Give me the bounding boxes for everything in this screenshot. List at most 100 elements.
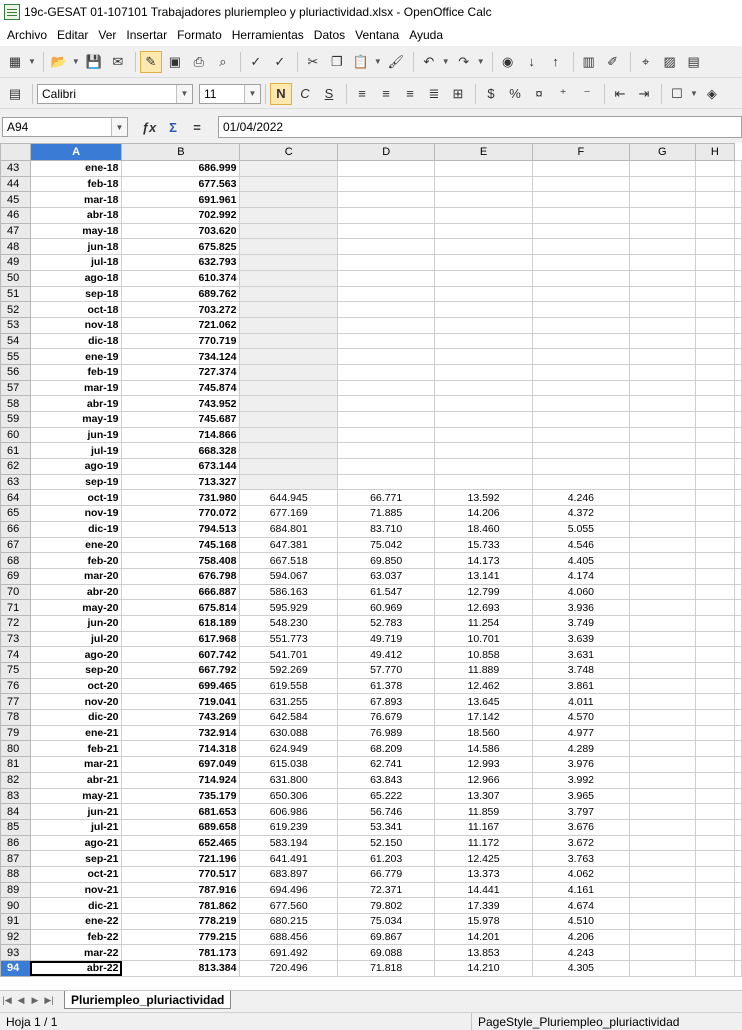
cell-f[interactable]	[531, 269, 630, 287]
formula-input[interactable]: 01/04/2022	[218, 116, 742, 138]
new-document-icon[interactable]: ▦	[4, 51, 26, 73]
cell-g[interactable]	[628, 897, 696, 914]
cell-f[interactable]: 4.161	[531, 881, 630, 899]
cell-a[interactable]: abr-20	[29, 583, 123, 601]
row-header[interactable]: 58	[0, 395, 31, 412]
cell-i[interactable]	[734, 662, 742, 679]
cell-b[interactable]: 758.408	[121, 552, 241, 569]
cell-d[interactable]: 75.042	[336, 536, 436, 554]
cell-a[interactable]: ago-19	[29, 458, 123, 475]
cell-b[interactable]: 727.374	[121, 363, 241, 381]
cell-h[interactable]	[694, 677, 736, 695]
cell-i[interactable]	[734, 630, 742, 648]
cell-i[interactable]	[734, 913, 742, 930]
cell-h[interactable]	[694, 552, 736, 569]
cell-f[interactable]	[531, 458, 630, 475]
row-header[interactable]: 91	[0, 913, 31, 930]
sheet-tab[interactable]: Pluriempleo_pluriactividad	[64, 991, 232, 1009]
align-left-icon[interactable]: ≡	[351, 83, 373, 105]
spellcheck-icon[interactable]: ✓	[245, 51, 267, 73]
cell-e[interactable]	[434, 175, 533, 193]
cell-c[interactable]: 595.929	[239, 599, 338, 616]
cell-g[interactable]	[628, 411, 696, 428]
cell-i[interactable]	[734, 348, 742, 365]
cell-b[interactable]: 770.517	[121, 865, 241, 883]
equals-icon[interactable]: =	[186, 116, 208, 138]
cell-h[interactable]	[694, 348, 736, 365]
row-header[interactable]: 89	[0, 881, 31, 899]
cell-h[interactable]	[694, 818, 736, 836]
cell-b[interactable]: 770.072	[121, 505, 241, 522]
save-icon[interactable]: 💾	[83, 51, 105, 73]
cell-g[interactable]	[628, 160, 696, 177]
cell-h[interactable]	[694, 881, 736, 899]
chevron-down-icon[interactable]: ▼	[72, 57, 80, 66]
cell-g[interactable]	[628, 803, 696, 820]
cell-c[interactable]: 667.518	[239, 552, 338, 569]
cell-b[interactable]: 731.980	[121, 489, 241, 507]
cell-b[interactable]: 778.219	[121, 913, 241, 930]
row-header[interactable]: 72	[0, 614, 31, 632]
cell-g[interactable]	[628, 771, 696, 789]
cell-d[interactable]: 62.741	[336, 756, 436, 773]
menu-editar[interactable]: Editar	[52, 28, 93, 42]
cell-f[interactable]: 3.763	[531, 850, 630, 867]
chevron-down-icon[interactable]: ▼	[244, 84, 260, 103]
cell-e[interactable]: 15.733	[434, 536, 533, 554]
cell-a[interactable]: ene-18	[29, 160, 123, 177]
cell-b[interactable]: 689.762	[121, 285, 241, 303]
cell-e[interactable]	[434, 269, 533, 287]
cell-d[interactable]: 67.893	[336, 693, 436, 711]
cell-b[interactable]: 677.563	[121, 175, 241, 193]
cell-b[interactable]: 675.825	[121, 238, 241, 256]
cell-b[interactable]: 691.961	[121, 191, 241, 209]
cell-a[interactable]: sep-21	[29, 850, 123, 867]
cell-i[interactable]	[734, 818, 742, 836]
cell-h[interactable]	[694, 222, 736, 240]
cell-i[interactable]	[734, 897, 742, 914]
cell-h[interactable]	[694, 630, 736, 648]
cell-c[interactable]: 541.701	[239, 646, 338, 663]
cell-e[interactable]	[434, 301, 533, 318]
cell-e[interactable]: 10.858	[434, 646, 533, 663]
cell-g[interactable]	[628, 458, 696, 475]
menu-formato[interactable]: Formato	[172, 28, 227, 42]
cell-e[interactable]: 14.173	[434, 552, 533, 569]
cell-c[interactable]	[239, 348, 338, 365]
cell-d[interactable]	[336, 301, 436, 318]
cell-b[interactable]: 813.384	[121, 960, 241, 977]
cell-b[interactable]: 697.049	[121, 756, 241, 773]
cell-i[interactable]	[734, 191, 742, 209]
cell-f[interactable]: 4.011	[531, 693, 630, 711]
cell-h[interactable]	[694, 599, 736, 616]
cell-f[interactable]: 3.748	[531, 662, 630, 679]
cell-i[interactable]	[734, 160, 742, 177]
cell-c[interactable]	[239, 222, 338, 240]
cell-f[interactable]: 3.672	[531, 834, 630, 852]
chevron-down-icon[interactable]: ▼	[477, 57, 485, 66]
cell-h[interactable]	[694, 269, 736, 287]
cell-f[interactable]	[531, 191, 630, 209]
cell-d[interactable]: 69.850	[336, 552, 436, 569]
cell-f[interactable]: 4.674	[531, 897, 630, 914]
cell-i[interactable]	[734, 724, 742, 742]
cell-g[interactable]	[628, 489, 696, 507]
cell-a[interactable]: jul-21	[29, 818, 123, 836]
chevron-down-icon[interactable]: ▼	[176, 84, 192, 103]
cell-f[interactable]	[531, 222, 630, 240]
print-icon[interactable]: ⎙	[188, 51, 210, 73]
cell-d[interactable]: 57.770	[336, 662, 436, 679]
cell-i[interactable]	[734, 395, 742, 412]
cell-a[interactable]: oct-21	[29, 865, 123, 883]
cell-d[interactable]: 53.341	[336, 818, 436, 836]
export-pdf-icon[interactable]: ▣	[164, 51, 186, 73]
cell-h[interactable]	[694, 442, 736, 460]
cell-e[interactable]	[434, 285, 533, 303]
background-color-icon[interactable]: ◈	[701, 83, 723, 105]
cell-g[interactable]	[628, 756, 696, 773]
cell-e[interactable]: 14.210	[434, 960, 533, 977]
cell-e[interactable]: 18.560	[434, 724, 533, 742]
cell-b[interactable]: 732.914	[121, 724, 241, 742]
cell-e[interactable]: 11.859	[434, 803, 533, 820]
cell-e[interactable]: 11.167	[434, 818, 533, 836]
